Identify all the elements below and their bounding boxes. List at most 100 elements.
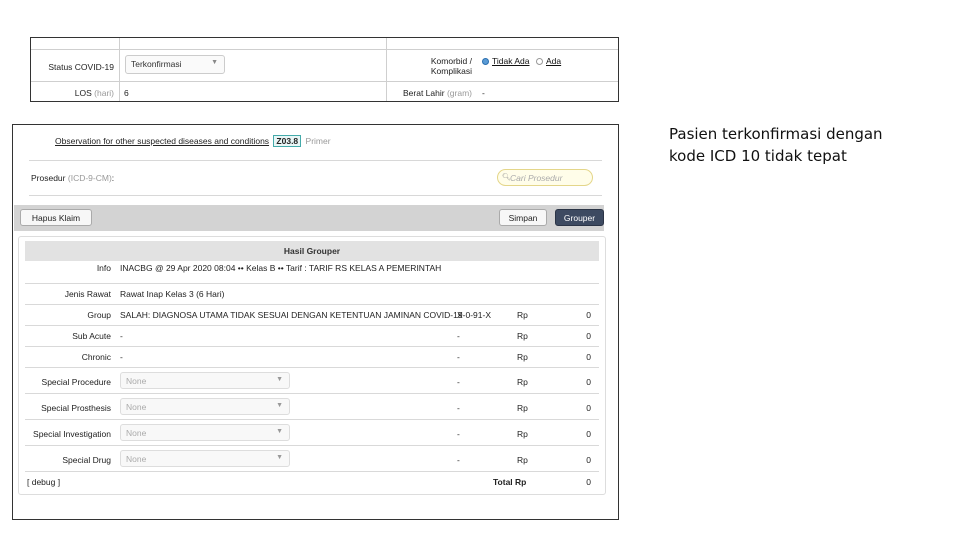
debug-link[interactable]: [ debug ] xyxy=(27,477,60,487)
row-code: - xyxy=(457,377,460,387)
chevron-down-icon: ▼ xyxy=(276,428,283,435)
los-value: 6 xyxy=(124,88,129,98)
action-toolbar: Hapus Klaim Simpan Grouper xyxy=(14,205,604,231)
special-drug-select[interactable]: None ▼ xyxy=(120,450,290,467)
annotation-line-1: Pasien terkonfirmasi dengan xyxy=(669,125,883,143)
result-row-special-investigation: Special Investigation None ▼ - Rp 0 xyxy=(25,420,599,446)
komorbid-label-line1: Komorbid / xyxy=(430,56,472,66)
result-row-total: [ debug ] Total Rp 0 xyxy=(25,473,599,493)
row-currency: Rp xyxy=(517,331,528,341)
result-row-info: Info INACBG @ 29 Apr 2020 08:04 •• Kelas… xyxy=(25,263,599,284)
row-label: Sub Acute xyxy=(72,331,111,341)
result-row-chronic: Chronic - - Rp 0 xyxy=(25,347,599,368)
annotation-note: Pasien terkonfirmasi dengan kode ICD 10 … xyxy=(669,123,909,167)
result-row-jenis-rawat: Jenis Rawat Rawat Inap Kelas 3 (6 Hari) xyxy=(25,284,599,305)
claim-form-fragment: Status COVID-19 Terkonfirmasi ▼ Komorbid… xyxy=(30,37,619,102)
berat-lahir-label: Berat Lahir (gram) xyxy=(391,88,472,98)
result-row-special-prosthesis: Special Prosthesis None ▼ - Rp 0 xyxy=(25,394,599,420)
total-label: Total Rp xyxy=(493,477,527,487)
row-amount: 0 xyxy=(586,403,591,413)
hapus-klaim-button[interactable]: Hapus Klaim xyxy=(20,209,92,226)
result-row-sub-acute: Sub Acute - - Rp 0 xyxy=(25,326,599,347)
diagnosis-line: Observation for other suspected diseases… xyxy=(55,135,331,147)
row-amount: 0 xyxy=(586,331,591,341)
column-divider xyxy=(386,38,387,101)
row-amount: 0 xyxy=(586,377,591,387)
result-row-group: Group SALAH: DIAGNOSA UTAMA TIDAK SESUAI… xyxy=(25,305,599,326)
row-label: Special Drug xyxy=(62,455,111,465)
simpan-button[interactable]: Simpan xyxy=(499,209,547,226)
row-code: - xyxy=(457,403,460,413)
row-currency: Rp xyxy=(517,377,528,387)
select-value: None xyxy=(126,454,147,464)
row-value: - xyxy=(120,352,123,362)
row-currency: Rp xyxy=(517,403,528,413)
grouper-panel: Observation for other suspected diseases… xyxy=(12,124,619,520)
row-value: INACBG @ 29 Apr 2020 08:04 •• Kelas B ••… xyxy=(120,263,442,273)
komorbid-label: Komorbid / Komplikasi xyxy=(391,56,472,76)
komorbid-label-line2: Komplikasi xyxy=(430,66,472,76)
row-code: - xyxy=(457,455,460,465)
chevron-down-icon: ▼ xyxy=(276,376,283,383)
row-label: Jenis Rawat xyxy=(64,289,111,299)
row-amount: 0 xyxy=(586,310,591,320)
select-value: None xyxy=(126,402,147,412)
row-currency: Rp xyxy=(517,310,528,320)
row-currency: Rp xyxy=(517,455,528,465)
row-label: Chronic xyxy=(81,352,111,362)
chevron-down-icon: ▼ xyxy=(276,402,283,409)
result-row-special-drug: Special Drug None ▼ - Rp 0 xyxy=(25,446,599,472)
komorbid-radio-tidak-ada[interactable]: Tidak Ada xyxy=(482,56,530,66)
row-amount: 0 xyxy=(586,352,591,362)
radio-unselected-icon xyxy=(536,58,543,66)
annotation-line-2: kode ICD 10 tidak tepat xyxy=(669,147,847,165)
row-label: Info xyxy=(96,263,111,273)
row-amount: 0 xyxy=(586,429,591,439)
special-investigation-select[interactable]: None ▼ xyxy=(120,424,290,441)
berat-lahir-value: - xyxy=(482,88,485,98)
berat-lahir-text: Berat Lahir xyxy=(403,88,445,98)
berat-lahir-unit: (gram) xyxy=(446,88,472,98)
los-label: LOS (hari) xyxy=(35,88,114,98)
komorbid-option-tidak-ada[interactable]: Tidak Ada xyxy=(492,56,530,66)
special-prosthesis-select[interactable]: None ▼ xyxy=(120,398,290,415)
grouper-button[interactable]: Grouper xyxy=(555,209,604,226)
row-label: Special Investigation xyxy=(33,429,111,439)
procedure-label-code: (ICD-9-CM) xyxy=(67,173,112,183)
special-procedure-select[interactable]: None ▼ xyxy=(120,372,290,389)
komorbid-option-ada[interactable]: Ada xyxy=(546,56,561,66)
diagnosis-code[interactable]: Z03.8 xyxy=(273,135,302,147)
search-procedure-input[interactable]: 🔍︎ Cari Prosedur xyxy=(497,169,593,186)
los-unit: (hari) xyxy=(94,88,114,98)
diagnosis-type: Primer xyxy=(305,136,331,146)
row-value: - xyxy=(120,331,123,341)
total-amount: 0 xyxy=(586,477,591,487)
grouper-result-card: Hasil Grouper Info INACBG @ 29 Apr 2020 … xyxy=(18,236,606,495)
radio-selected-icon xyxy=(482,58,489,66)
column-divider xyxy=(119,38,120,101)
result-title: Hasil Grouper xyxy=(25,241,599,261)
status-covid-value: Terkonfirmasi xyxy=(131,59,182,69)
procedure-label-colon: : xyxy=(111,173,115,183)
diagnosis-text[interactable]: Observation for other suspected diseases… xyxy=(55,136,269,146)
status-covid-select[interactable]: Terkonfirmasi ▼ xyxy=(125,55,225,74)
result-row-special-procedure: Special Procedure None ▼ - Rp 0 xyxy=(25,368,599,394)
select-value: None xyxy=(126,428,147,438)
komorbid-radio-ada[interactable]: Ada xyxy=(536,56,561,66)
search-procedure-placeholder: Cari Prosedur xyxy=(510,173,563,183)
procedure-label-text: Prosedur xyxy=(31,173,66,183)
row-currency: Rp xyxy=(517,429,528,439)
search-icon: 🔍︎ xyxy=(502,174,511,181)
los-label-text: LOS xyxy=(74,88,92,98)
row-value: SALAH: DIAGNOSA UTAMA TIDAK SESUAI DENGA… xyxy=(120,310,463,320)
row-label: Group xyxy=(87,310,111,320)
row-currency: Rp xyxy=(517,352,528,362)
row-code: - xyxy=(457,352,460,362)
procedure-label: Prosedur (ICD-9-CM): xyxy=(31,173,114,183)
row-label: Special Procedure xyxy=(41,377,111,387)
row-code: X-0-91-X xyxy=(457,310,492,320)
row-value: Rawat Inap Kelas 3 (6 Hari) xyxy=(120,289,225,299)
row-code: - xyxy=(457,429,460,439)
chevron-down-icon: ▼ xyxy=(276,454,283,461)
status-covid-label: Status COVID-19 xyxy=(48,62,114,72)
